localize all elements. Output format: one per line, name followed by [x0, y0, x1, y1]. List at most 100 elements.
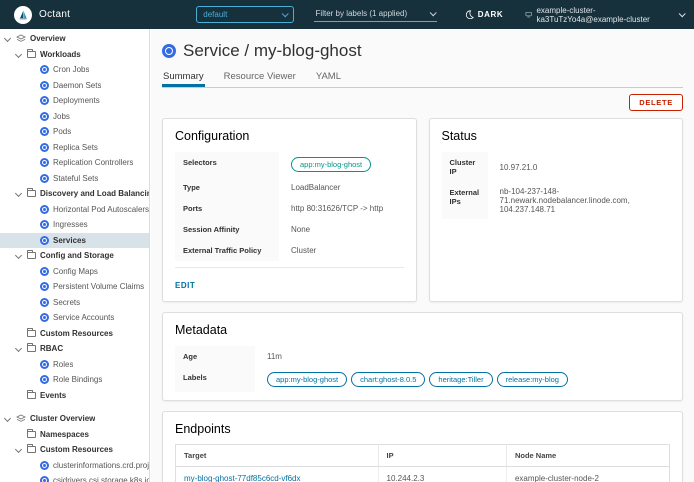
resource-icon: [40, 236, 49, 245]
sidebar-item-ingresses[interactable]: Ingresses: [0, 217, 149, 233]
config-value: Cluster: [279, 240, 404, 261]
sidebar-item-rbac[interactable]: RBAC: [0, 341, 149, 357]
sidebar-item-config-and-storage[interactable]: Config and Storage: [0, 248, 149, 264]
sidebar-item-replica-sets[interactable]: Replica Sets: [0, 140, 149, 156]
page-title-text: Service / my-blog-ghost: [183, 41, 362, 61]
octant-app: Octant default Filter by labels (1 appli…: [0, 0, 694, 482]
metadata-row-labels: Labels app:my-blog-ghost chart:ghost-8.0…: [175, 367, 670, 392]
sidebar-item-daemon-sets[interactable]: Daemon Sets: [0, 78, 149, 94]
sidebar-item-deployments[interactable]: Deployments: [0, 93, 149, 109]
delete-button[interactable]: DELETE: [629, 94, 683, 111]
label-tag[interactable]: app:my-blog-ghost: [267, 372, 347, 387]
sidebar-item-pods[interactable]: Pods: [0, 124, 149, 140]
label-tag[interactable]: chart:ghost-8.0.5: [351, 372, 425, 387]
sidebar-item-label: Replication Controllers: [53, 158, 133, 167]
metadata-card: Metadata Age 11m Labels app:my-blog-ghos…: [162, 312, 683, 401]
config-label: External Traffic Policy: [175, 240, 279, 261]
sidebar-item-label: Persistent Volume Claims: [53, 282, 144, 291]
endpoint-target-link[interactable]: my-blog-ghost-77df85c6cd-vf6dx: [184, 474, 301, 482]
cluster-context-menu[interactable]: example-cluster-ka3TuTzYo4a@example-clus…: [525, 6, 684, 24]
config-value: http 80:31626/TCP -> http: [279, 198, 404, 219]
config-label: Session Affinity: [175, 219, 279, 240]
metadata-row-age: Age 11m: [175, 346, 670, 367]
sidebar-item-label: Role Bindings: [53, 375, 102, 384]
resource-icon: [40, 112, 49, 121]
status-card: Status Cluster IP 10.97.21.0 External IP…: [429, 118, 684, 302]
chevron-expand-icon[interactable]: [15, 446, 22, 453]
sidebar-item-jobs[interactable]: Jobs: [0, 109, 149, 125]
sidebar-item-label: RBAC: [40, 344, 63, 353]
resource-icon: [40, 143, 49, 152]
main-content: Service / my-blog-ghost Summary Resource…: [151, 29, 694, 482]
theme-toggle-label: DARK: [478, 10, 504, 19]
tab-resource-viewer[interactable]: Resource Viewer: [223, 69, 297, 87]
dark-theme-toggle[interactable]: DARK: [465, 10, 504, 19]
edit-link[interactable]: EDIT: [175, 281, 195, 290]
folder-icon: [27, 190, 36, 197]
endpoints-table: Target IP Node Name my-blog-ghost-77df85…: [175, 444, 670, 482]
sidebar-item-label: Config Maps: [53, 267, 98, 276]
namespace-select[interactable]: default: [196, 6, 293, 23]
navigation-sidebar: Overview Workloads Cron Jobs Daemon Sets…: [0, 29, 150, 482]
sidebar-item-horizontal-pod-autoscalers[interactable]: Horizontal Pod Autoscalers: [0, 202, 149, 218]
chevron-expand-icon[interactable]: [15, 51, 22, 58]
chevron-expand-icon[interactable]: [15, 252, 22, 259]
sidebar-item-csidrivers[interactable]: csidrivers.csi.storage.k8s.io: [0, 473, 149, 482]
chevron-expand-icon[interactable]: [15, 345, 22, 352]
label-filter-input[interactable]: Filter by labels (1 applied): [314, 7, 437, 22]
endpoint-node-name: example-cluster-node-2: [506, 467, 669, 482]
sidebar-item-stateful-sets[interactable]: Stateful Sets: [0, 171, 149, 187]
column-header-target: Target: [176, 445, 379, 467]
sidebar-item-roles[interactable]: Roles: [0, 357, 149, 373]
sidebar-item-cluster-overview[interactable]: Cluster Overview: [0, 411, 149, 427]
sidebar-item-overview[interactable]: Overview: [0, 31, 149, 47]
config-row-selectors: Selectors app:my-blog-ghost: [175, 152, 404, 177]
chevron-down-icon: [281, 10, 288, 17]
sidebar-item-label: Custom Resources: [40, 445, 113, 454]
sidebar-item-discovery-and-load-balancing[interactable]: Discovery and Load Balancing: [0, 186, 149, 202]
resource-icon: [40, 375, 49, 384]
configuration-card-title: Configuration: [175, 129, 404, 143]
sidebar-item-services[interactable]: Services: [0, 233, 149, 249]
sidebar-item-workloads[interactable]: Workloads: [0, 47, 149, 63]
label-tag[interactable]: heritage:Tiller: [429, 372, 492, 387]
sidebar-item-cluster-custom-resources[interactable]: Custom Resources: [0, 442, 149, 458]
chevron-expand-icon[interactable]: [15, 190, 22, 197]
sidebar-item-replication-controllers[interactable]: Replication Controllers: [0, 155, 149, 171]
tab-yaml[interactable]: YAML: [315, 69, 342, 87]
sidebar-item-label: Roles: [53, 360, 73, 369]
status-row-cluster-ip: Cluster IP 10.97.21.0: [442, 152, 671, 182]
metadata-label: Age: [175, 346, 255, 367]
column-header-ip: IP: [378, 445, 506, 467]
label-tag[interactable]: release:my-blog: [497, 372, 568, 387]
tab-summary[interactable]: Summary: [162, 69, 205, 87]
sidebar-item-custom-resources[interactable]: Custom Resources: [0, 326, 149, 342]
sidebar-item-label: Config and Storage: [40, 251, 114, 260]
chevron-expand-icon[interactable]: [4, 35, 11, 42]
sidebar-item-service-accounts[interactable]: Service Accounts: [0, 310, 149, 326]
sidebar-item-label: Custom Resources: [40, 329, 113, 338]
sidebar-item-label: Cluster Overview: [30, 414, 95, 423]
folder-icon: [27, 252, 36, 259]
sidebar-item-label: Cron Jobs: [53, 65, 89, 74]
sidebar-item-persistent-volume-claims[interactable]: Persistent Volume Claims: [0, 279, 149, 295]
selector-tag[interactable]: app:my-blog-ghost: [291, 157, 371, 172]
sidebar-item-events[interactable]: Events: [0, 388, 149, 404]
config-row-type: Type LoadBalancer: [175, 177, 404, 198]
sidebar-item-label: Overview: [30, 34, 66, 43]
resource-icon: [40, 81, 49, 90]
resource-icon: [40, 205, 49, 214]
sidebar-item-secrets[interactable]: Secrets: [0, 295, 149, 311]
status-label: Cluster IP: [442, 152, 488, 182]
sidebar-item-clusterinformations[interactable]: clusterinformations.crd.projec: [0, 458, 149, 474]
endpoints-card: Endpoints Target IP Node Name my-blog-gh…: [162, 411, 683, 482]
resource-icon: [40, 461, 49, 470]
table-row: my-blog-ghost-77df85c6cd-vf6dx 10.244.2.…: [176, 467, 670, 482]
sidebar-item-namespaces[interactable]: Namespaces: [0, 427, 149, 443]
sidebar-item-label: Ingresses: [53, 220, 88, 229]
configuration-card: Configuration Selectors app:my-blog-ghos…: [162, 118, 417, 302]
sidebar-item-role-bindings[interactable]: Role Bindings: [0, 372, 149, 388]
sidebar-item-config-maps[interactable]: Config Maps: [0, 264, 149, 280]
sidebar-item-cron-jobs[interactable]: Cron Jobs: [0, 62, 149, 78]
chevron-expand-icon[interactable]: [4, 415, 11, 422]
